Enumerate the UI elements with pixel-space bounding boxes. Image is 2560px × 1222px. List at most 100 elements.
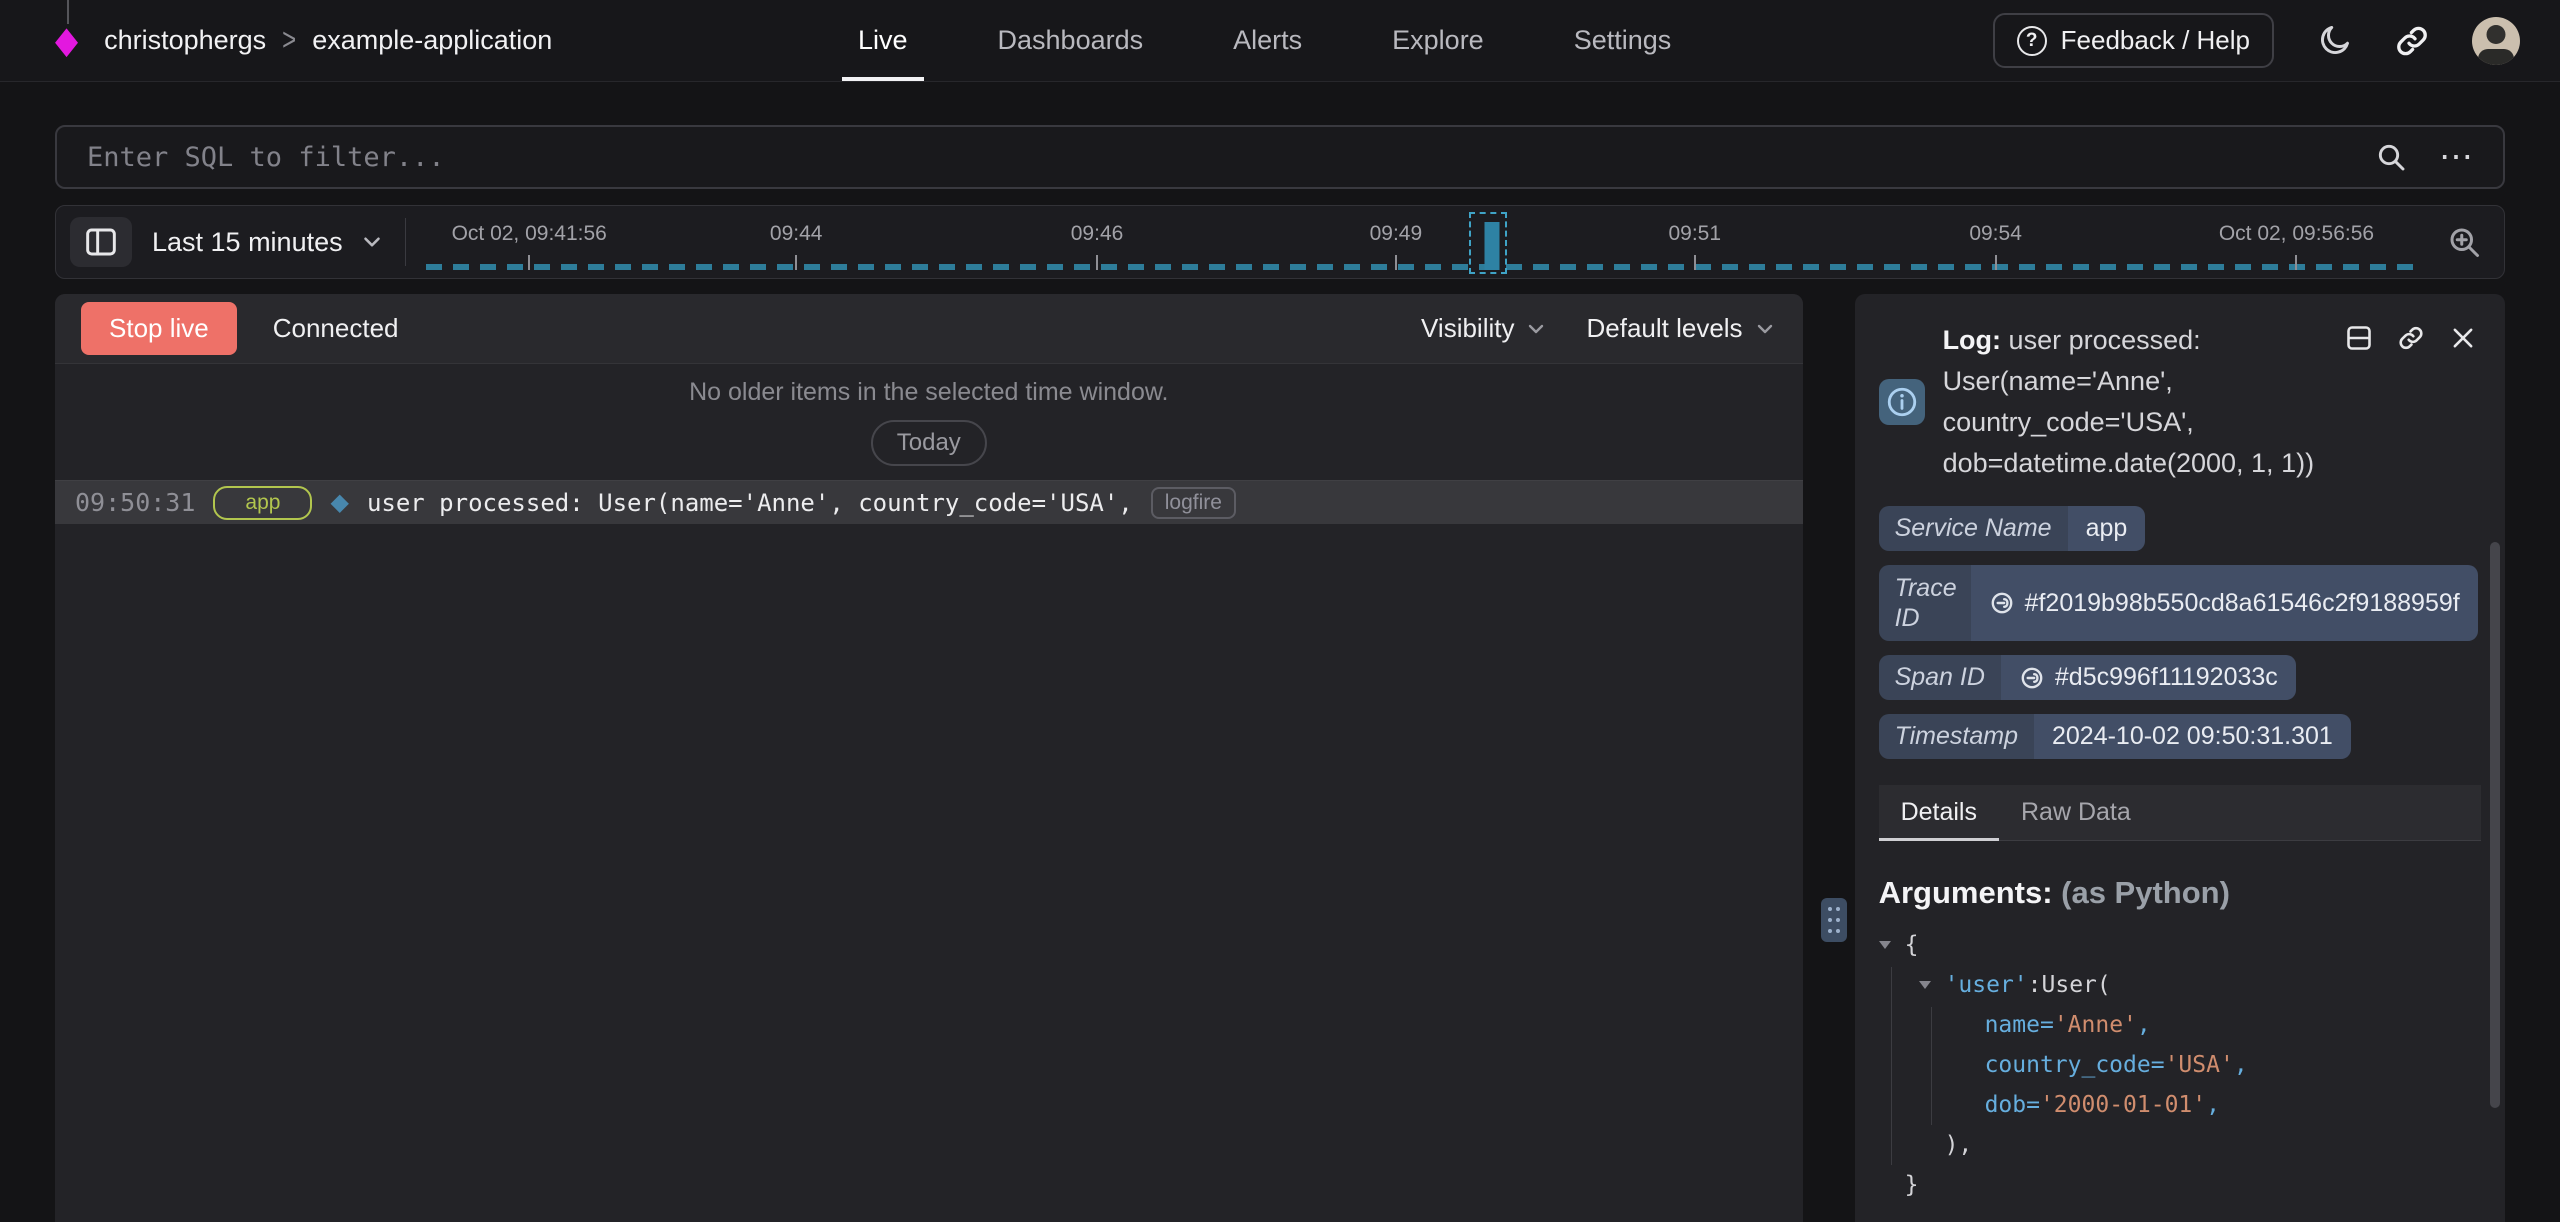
main-content: Stop live Connected Visibility Default l… [55, 294, 2505, 1222]
collapse-caret-icon[interactable] [1879, 941, 1891, 949]
nav-item-alerts[interactable]: Alerts [1227, 0, 1308, 81]
info-level-badge [1879, 379, 1925, 425]
visibility-dropdown[interactable]: Visibility [1421, 313, 1548, 344]
tab-details[interactable]: Details [1879, 785, 1999, 840]
breadcrumb-project[interactable]: example-application [312, 25, 552, 56]
code-token: } [1905, 1165, 1919, 1205]
code-token: 'USA' [2165, 1045, 2234, 1085]
empty-window-message: No older items in the selected time wind… [55, 378, 1803, 407]
search-icon[interactable] [2375, 141, 2407, 173]
link-icon[interactable] [2019, 665, 2045, 691]
panel-resize-handle[interactable] [1821, 898, 1847, 942]
timeline-tick [1096, 255, 1098, 270]
user-avatar[interactable] [2472, 17, 2520, 65]
service-name-chip: Service Name app [1879, 506, 2146, 551]
collapse-caret-icon[interactable] [1919, 981, 1931, 989]
timeline-tick [2295, 255, 2297, 270]
timeline-tick-label: 09:46 [1071, 222, 1124, 246]
share-link-button[interactable] [2394, 23, 2430, 59]
timeline-tick [1995, 255, 1997, 270]
magnifier-plus-icon [2446, 224, 2482, 260]
time-range-label: Last 15 minutes [152, 227, 343, 258]
code-line: { [1879, 925, 2481, 965]
detail-tabs: Details Raw Data [1879, 785, 2481, 841]
indent-guide [1891, 967, 1892, 1165]
toggle-panel-layout-button[interactable] [2345, 324, 2373, 352]
tab-raw-data[interactable]: Raw Data [1999, 785, 2153, 840]
primary-nav: Live Dashboards Alerts Explore Settings [852, 0, 1677, 81]
feedback-help-label: Feedback / Help [2061, 25, 2250, 56]
timeline-tick [1395, 255, 1397, 270]
copy-link-button[interactable] [2397, 324, 2425, 352]
close-panel-button[interactable] [2449, 324, 2477, 352]
code-token: : [2028, 965, 2042, 1005]
live-panel-header: Stop live Connected Visibility Default l… [55, 294, 1803, 364]
code-token: country_code= [1985, 1045, 2165, 1085]
breadcrumb-separator: > [282, 22, 296, 58]
live-panel-body: No older items in the selected time wind… [55, 364, 1803, 1222]
log-row[interactable]: 09:50:31 app ◆ user processed: User(name… [55, 480, 1803, 524]
timeline-bar: Last 15 minutes Oct 02, 09:41:56 09:44 0… [55, 205, 2505, 279]
timeline-tick-label: Oct 02, 09:56:56 [2219, 222, 2374, 246]
timebar-divider [405, 218, 406, 266]
timeline-strip[interactable]: Oct 02, 09:41:56 09:44 09:46 09:49 09:51… [426, 206, 2418, 278]
code-token: ), [1945, 1125, 1973, 1165]
detail-title: Log: user processed: User(name='Anne', c… [1943, 320, 2335, 484]
zoom-in-button[interactable] [2438, 224, 2490, 260]
logfire-logo[interactable]: ◆ [55, 23, 78, 58]
moon-icon [2316, 23, 2352, 59]
code-token: , [2206, 1085, 2220, 1125]
nav-item-settings[interactable]: Settings [1568, 0, 1678, 81]
timeline-tick [795, 255, 797, 270]
nav-item-live[interactable]: Live [852, 0, 914, 81]
connection-status: Connected [273, 313, 399, 344]
timeline-tick-label: 09:44 [770, 222, 823, 246]
live-log-panel: Stop live Connected Visibility Default l… [55, 294, 1803, 1222]
code-token: 'Anne' [2054, 1005, 2137, 1045]
split-panel-icon [2345, 324, 2373, 352]
log-timestamp: 09:50:31 [75, 488, 195, 517]
indent-guide [1931, 1007, 1932, 1125]
nav-item-explore[interactable]: Explore [1386, 0, 1490, 81]
code-token: name= [1985, 1005, 2054, 1045]
detail-scrollbar[interactable] [2490, 542, 2500, 1108]
span-id-chip: Span ID #d5c996f11192033c [1879, 655, 2296, 700]
panel-left-icon [85, 227, 117, 257]
trace-id-chip: Trace ID #f2019b98b550cd8a61546c2f918895… [1879, 565, 2478, 641]
scope-tag: logfire [1151, 487, 1236, 519]
arguments-title: Arguments: [1879, 875, 2053, 910]
code-line: name= 'Anne' , [1879, 1005, 2481, 1045]
today-button[interactable]: Today [871, 420, 987, 466]
span-id-value: #d5c996f11192033c [2055, 663, 2278, 692]
stop-live-button[interactable]: Stop live [81, 302, 237, 355]
nav-item-dashboards[interactable]: Dashboards [992, 0, 1150, 81]
visibility-label: Visibility [1421, 313, 1514, 344]
breadcrumb-org[interactable]: christophergs [104, 25, 266, 56]
link-icon[interactable] [1989, 590, 2015, 616]
log-detail-panel: Log: user processed: User(name='Anne', c… [1855, 294, 2505, 1222]
sql-filter-input[interactable] [85, 141, 2375, 174]
timestamp-chip: Timestamp 2024-10-02 09:50:31.301 [1879, 714, 2351, 759]
more-options-icon[interactable]: ⋯ [2439, 140, 2475, 174]
code-line: dob= '2000-01-01' , [1879, 1085, 2481, 1125]
dark-mode-toggle[interactable] [2316, 23, 2352, 59]
code-line: country_code= 'USA' , [1879, 1045, 2481, 1085]
code-token: , [2137, 1005, 2151, 1045]
chevron-down-icon [1524, 317, 1548, 341]
detail-fields: Service Name app Trace ID #f2019b98b550c… [1879, 506, 2481, 759]
timeline-tick-label: 09:51 [1668, 222, 1721, 246]
code-token: 'user' [1945, 965, 2028, 1005]
top-nav: ◆ christophergs > example-application Li… [0, 0, 2560, 82]
code-token: dob= [1985, 1085, 2040, 1125]
logo-diamond-icon: ◆ [55, 19, 78, 63]
time-range-select[interactable]: Last 15 minutes [152, 227, 385, 258]
timeline-baseline [426, 264, 2418, 270]
timeline-selection[interactable] [1469, 212, 1507, 274]
feedback-help-button[interactable]: ? Feedback / Help [1993, 13, 2274, 68]
service-name-value: app [2068, 506, 2146, 551]
sidebar-toggle-button[interactable] [70, 217, 132, 267]
code-token: User( [2042, 965, 2111, 1005]
default-levels-dropdown[interactable]: Default levels [1586, 313, 1776, 344]
code-token: { [1905, 925, 1919, 965]
code-line: 'user' : User( [1879, 965, 2481, 1005]
